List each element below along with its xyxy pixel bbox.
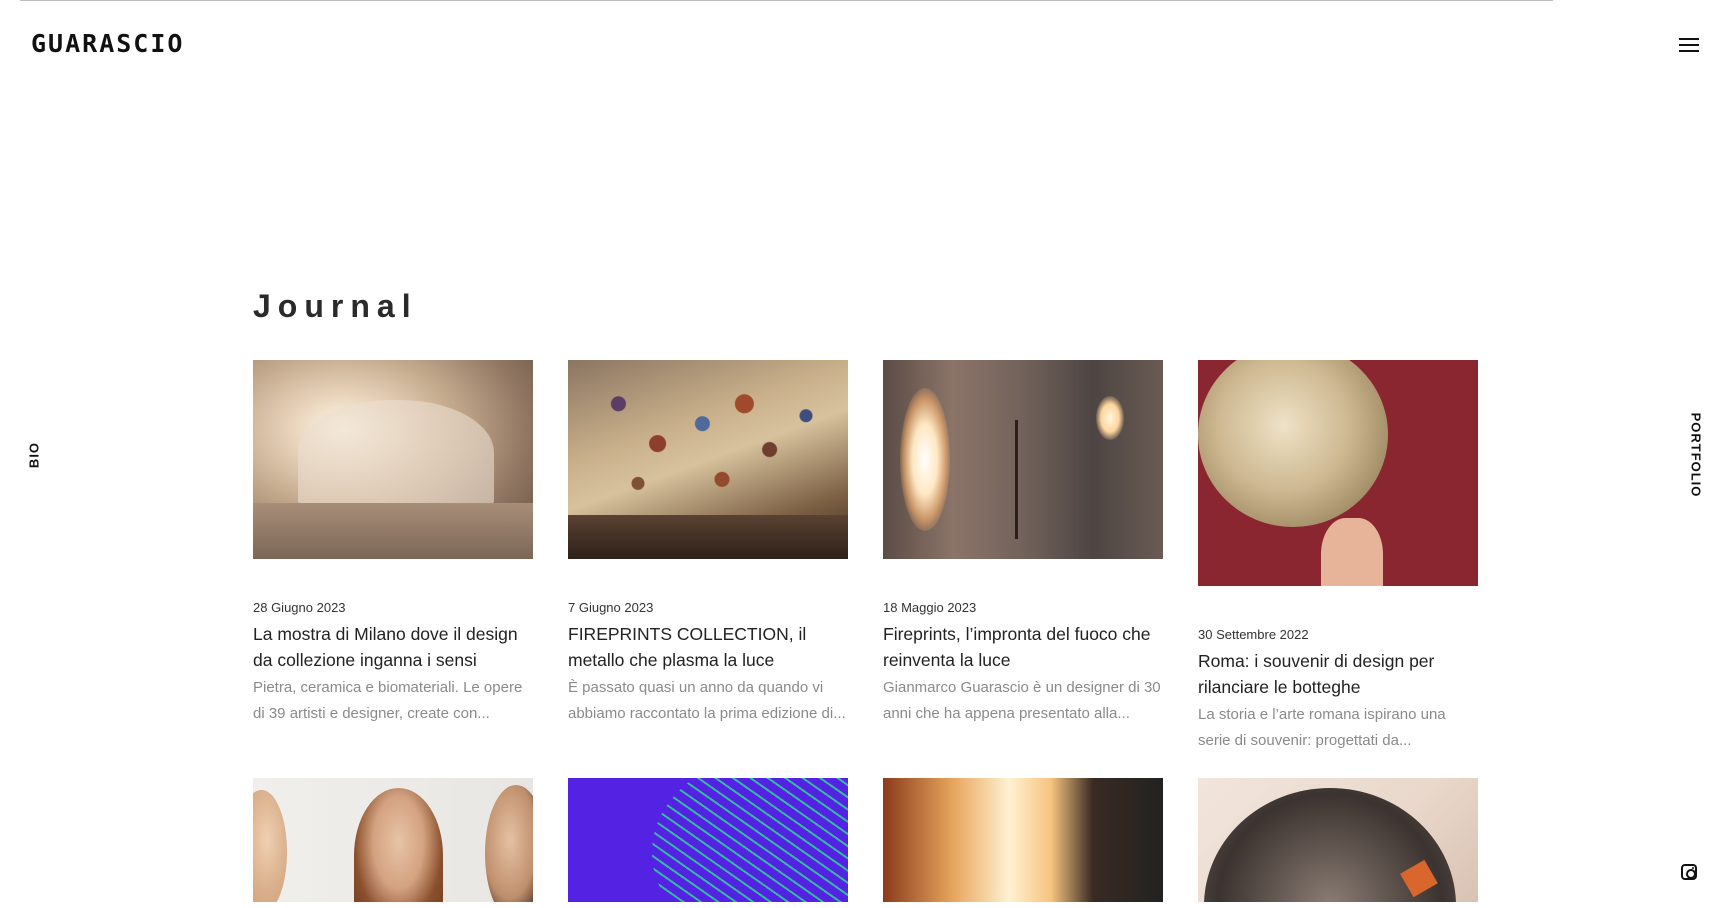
card-text: 28 Giugno 2023 La mostra di Milano dove … bbox=[253, 559, 533, 727]
portfolio-link[interactable]: PORTFOLIO bbox=[1689, 413, 1704, 498]
journal-card[interactable] bbox=[253, 778, 533, 902]
journal-card[interactable]: 7 Giugno 2023 FIREPRINTS COLLECTION, il … bbox=[568, 360, 848, 754]
journal-row: 28 Giugno 2023 La mostra di Milano dove … bbox=[253, 360, 1479, 754]
portrait-figure bbox=[485, 785, 533, 902]
post-image-metal-dish[interactable] bbox=[1198, 778, 1478, 902]
post-image-three-women[interactable] bbox=[253, 778, 533, 902]
bio-link[interactable]: BIO bbox=[27, 442, 42, 468]
post-image-purple-graphic[interactable] bbox=[568, 778, 848, 902]
card-text: 7 Giugno 2023 FIREPRINTS COLLECTION, il … bbox=[568, 559, 848, 727]
lamp-rod bbox=[1014, 419, 1018, 540]
post-date: 28 Giugno 2023 bbox=[253, 600, 346, 615]
journal-card[interactable]: 28 Giugno 2023 La mostra di Milano dove … bbox=[253, 360, 533, 754]
page-title: Journal bbox=[253, 288, 418, 324]
card-text: 18 Maggio 2023 Fireprints, l’impronta de… bbox=[883, 559, 1163, 727]
journal-card[interactable] bbox=[883, 778, 1163, 902]
post-image-fire[interactable] bbox=[883, 778, 1163, 902]
instagram-icon[interactable] bbox=[1681, 864, 1697, 880]
post-date: 7 Giugno 2023 bbox=[568, 600, 654, 615]
post-image-bronze-medal[interactable] bbox=[1198, 360, 1478, 586]
post-excerpt: La storia e l’arte romana ispirano una s… bbox=[1198, 706, 1446, 749]
post-excerpt: Pietra, ceramica e biomateriali. Le oper… bbox=[253, 679, 523, 722]
logo-text[interactable]: GUARASCIO bbox=[31, 31, 184, 56]
journal-card[interactable] bbox=[568, 778, 848, 902]
card-text: 30 Settembre 2022 Roma: i souvenir di de… bbox=[1198, 586, 1478, 754]
menu-bar bbox=[1679, 50, 1699, 52]
post-title[interactable]: La mostra di Milano dove il design da co… bbox=[253, 621, 533, 673]
post-image-wall-lamps[interactable] bbox=[883, 360, 1163, 559]
post-date: 30 Settembre 2022 bbox=[1198, 627, 1309, 642]
top-rule bbox=[20, 0, 1553, 1]
journal-card[interactable] bbox=[1198, 778, 1478, 902]
post-title[interactable]: Roma: i souvenir di design per rilanciar… bbox=[1198, 648, 1478, 700]
post-excerpt: Gianmarco Guarascio è un designer di 30 … bbox=[883, 679, 1161, 722]
post-title[interactable]: FIREPRINTS COLLECTION, il metallo che pl… bbox=[568, 621, 848, 673]
journal-card[interactable]: 18 Maggio 2023 Fireprints, l’impronta de… bbox=[883, 360, 1163, 754]
site-logo[interactable]: GUARASCIO bbox=[31, 31, 184, 56]
post-date: 18 Maggio 2023 bbox=[883, 600, 977, 615]
hamburger-menu-icon[interactable] bbox=[1679, 36, 1701, 52]
journal-card[interactable]: 30 Settembre 2022 Roma: i souvenir di de… bbox=[1198, 360, 1478, 754]
menu-bar bbox=[1679, 38, 1699, 40]
journal-row bbox=[253, 778, 1479, 902]
post-image-stone-cave[interactable] bbox=[253, 360, 533, 559]
menu-bar bbox=[1679, 44, 1699, 46]
post-title[interactable]: Fireprints, l’impronta del fuoco che rei… bbox=[883, 621, 1163, 673]
journal-grid: 28 Giugno 2023 La mostra di Milano dove … bbox=[253, 360, 1479, 902]
post-image-light-projection[interactable] bbox=[568, 360, 848, 559]
post-excerpt: È passato quasi un anno da quando vi abb… bbox=[568, 679, 846, 722]
